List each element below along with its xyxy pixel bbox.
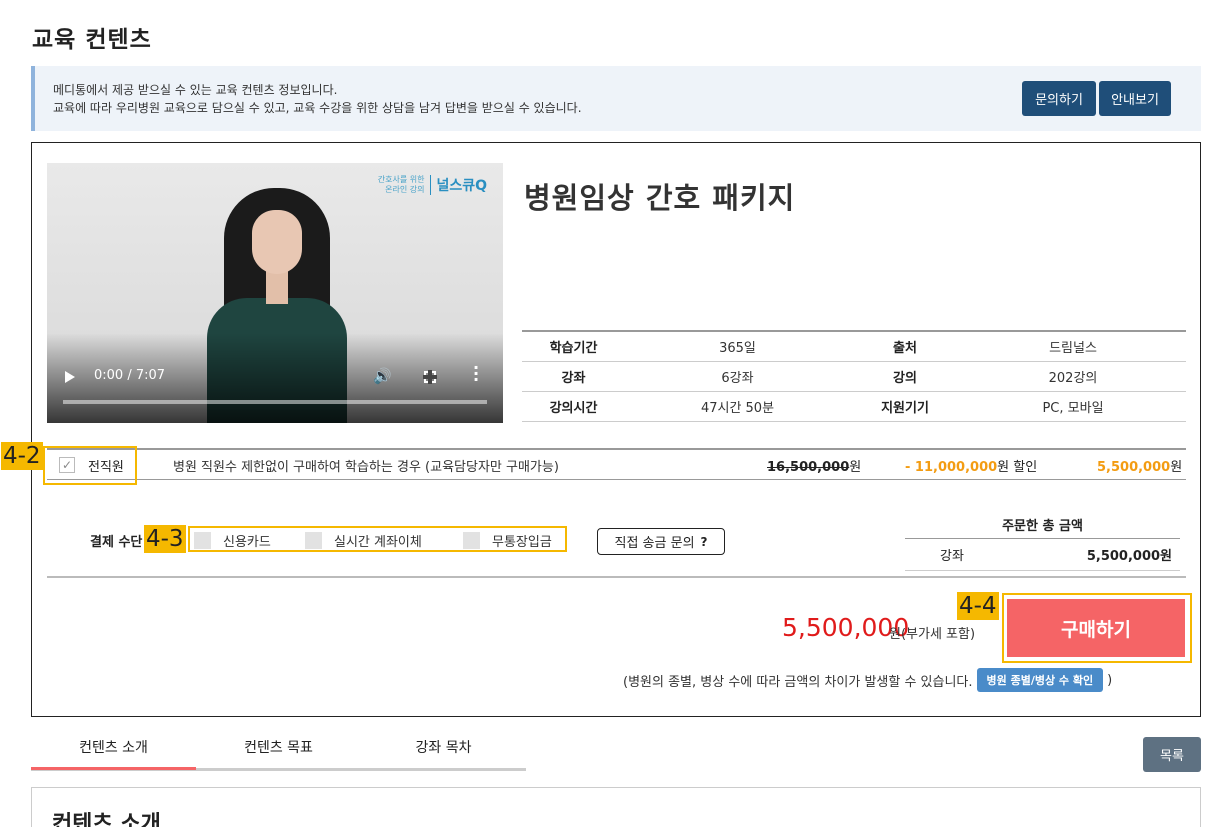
direct-transfer-button[interactable]: 직접 송금 문의? [597,528,725,555]
option-row: ✓ 전직원 병원 직원수 제한없이 구매하여 학습하는 경우 (교육담당자만 구… [47,448,1186,480]
annotation-tag: 4-4 [957,592,999,620]
guide-button[interactable]: 안내보기 [1099,81,1171,116]
product-title: 병원임상 간호 패키지 [524,181,796,215]
logo-sub-2: 온라인 강의 [385,185,425,194]
hospital-type-check-button[interactable]: 병원 종별/병상 수 확인 [976,668,1104,692]
question-icon: ? [700,534,708,549]
difference-note-text: (병원의 종별, 병상 수에 따라 금액의 차이가 발생할 수 있습니다. [623,674,973,690]
tab-curriculum[interactable]: 강좌 목차 [361,737,526,757]
final-price-unit: 원 [1170,460,1183,475]
spec-row: 강좌 6강좌 강의 202강의 [522,361,1186,392]
content-tabs: 컨텐츠 소개 컨텐츠 목표 강좌 목차 [31,733,526,771]
spec-label: 강의 [850,361,960,392]
order-total-title: 주문한 총 금액 [905,515,1180,539]
inquiry-button[interactable]: 문의하기 [1022,81,1096,116]
intro-section: 컨텐츠 소개 [31,787,1201,827]
annotation-tag: 4-3 [144,525,186,553]
volume-icon[interactable]: 🔊 [373,367,392,385]
info-line-2: 교육에 따라 우리병원 교육으로 담으실 수 있고, 교육 수강을 위한 상담을… [53,101,582,115]
spec-row: 강의시간 47시간 50분 지원기기 PC, 모바일 [522,391,1186,422]
video-progress-bar[interactable] [63,400,487,404]
fullscreen-icon[interactable] [423,370,437,384]
spec-value: 드림널스 [960,331,1186,362]
vat-note: 원(부가세 포함) [889,627,976,642]
annotation-tag: 4-2 [1,442,43,470]
divider [47,576,1186,578]
final-price: 5,500,000원 [1097,456,1182,475]
spec-label: 강좌 [522,361,625,392]
payment-label: 결제 수단 [90,535,143,550]
spec-table: 학습기간 365일 출처 드림널스 강좌 6강좌 강의 202강의 강의시간 4… [522,330,1186,422]
spec-value: 47시간 50분 [625,391,850,422]
discount-amount: - 11,000,000원 할인 [905,456,1037,475]
spec-label: 출처 [850,331,960,362]
video-logo: 간호사를 위한 온라인 강의 널스큐Q [378,175,487,195]
original-price: 16,500,000원 [767,456,861,475]
discount-unit: 원 할인 [997,460,1038,475]
more-options-icon[interactable]: · · · [473,360,479,388]
original-price-value: 16,500,000 [767,460,850,475]
play-icon[interactable] [65,371,75,383]
highlight-payment [188,526,567,552]
price-difference-note: (병원의 종별, 병상 수에 따라 금액의 차이가 발생할 수 있습니다. 병원… [623,668,1112,692]
spec-value: 365일 [625,331,850,362]
spec-label: 학습기간 [522,331,625,362]
order-total-value: 5,500,000원 [1086,549,1172,564]
spec-label: 강의시간 [522,391,625,422]
logo-main: 널스큐Q [430,175,487,195]
highlight-purchase [1002,593,1192,663]
note-close-paren: ) [1107,672,1113,688]
final-price-value: 5,500,000 [1097,460,1171,475]
spec-value: PC, 모바일 [960,391,1186,422]
spec-value: 202강의 [960,361,1186,392]
video-controls: 0:00 / 7:07 🔊 · · · [47,333,503,423]
spec-label: 지원기기 [850,391,960,422]
direct-transfer-label: 직접 송금 문의 [614,536,695,551]
order-total-label: 강좌 [940,549,964,564]
highlight-option [43,446,137,485]
order-total-row: 강좌 5,500,000원 [905,539,1180,571]
spec-value: 6강좌 [625,361,850,392]
video-time: 0:00 / 7:07 [94,368,166,383]
tab-goal[interactable]: 컨텐츠 목표 [196,737,361,757]
logo-sub-1: 간호사를 위한 [377,175,425,184]
list-button[interactable]: 목록 [1143,737,1201,772]
order-total: 주문한 총 금액 강좌 5,500,000원 [905,515,1180,571]
info-line-1: 메디통에서 제공 받으실 수 있는 교육 컨텐츠 정보입니다. [53,83,338,97]
page-title: 교육 컨텐츠 [32,27,152,53]
video-player[interactable]: 간호사를 위한 온라인 강의 널스큐Q 0:00 / 7:07 🔊 · · · [47,163,503,423]
info-banner: 메디통에서 제공 받으실 수 있는 교육 컨텐츠 정보입니다. 교육에 따라 우… [31,66,1201,131]
info-text: 메디통에서 제공 받으실 수 있는 교육 컨텐츠 정보입니다. 교육에 따라 우… [53,81,582,117]
intro-title: 컨텐츠 소개 [52,812,161,827]
product-panel: 간호사를 위한 온라인 강의 널스큐Q 0:00 / 7:07 🔊 · · · 병원… [31,142,1201,717]
option-description: 병원 직원수 제한없이 구매하여 학습하는 경우 (교육담당자만 구매가능) [173,460,559,475]
spec-row: 학습기간 365일 출처 드림널스 [522,331,1186,362]
tab-intro[interactable]: 컨텐츠 소개 [31,737,196,770]
discount-value: - 11,000,000 [905,460,998,475]
original-price-unit: 원 [849,460,862,475]
